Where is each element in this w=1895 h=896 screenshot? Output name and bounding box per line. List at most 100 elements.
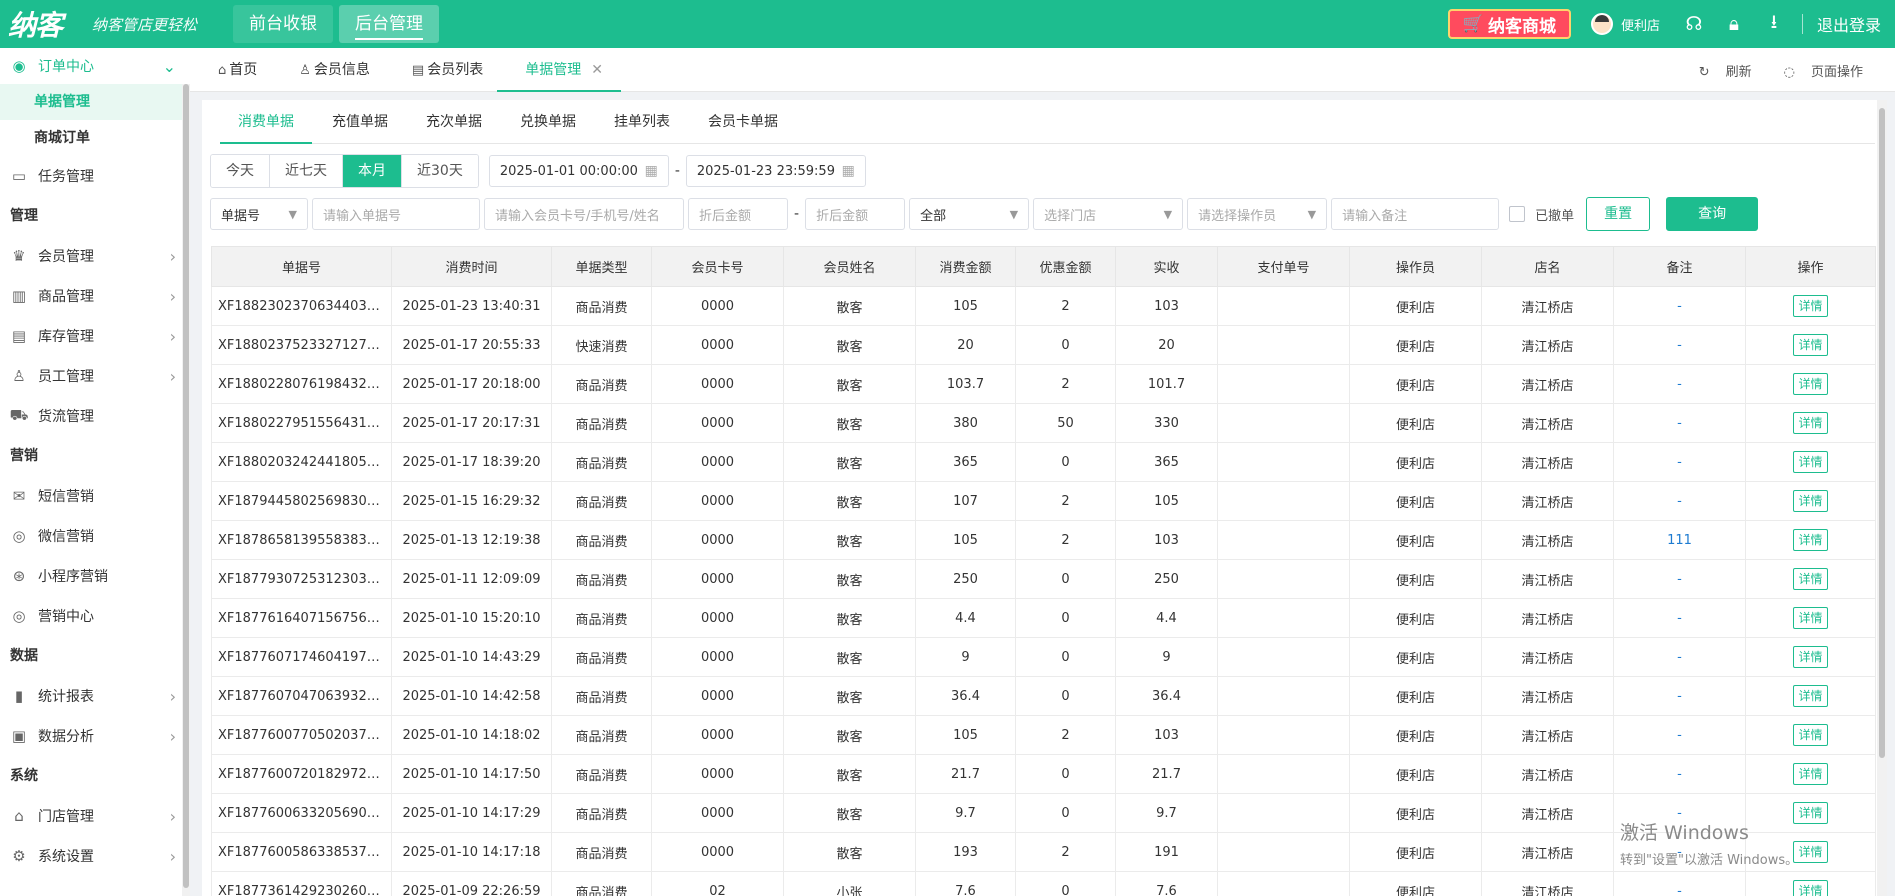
support-icon[interactable]: ☊	[1674, 13, 1714, 35]
chevron-right-icon: ›	[169, 846, 176, 866]
quick-this-month-button[interactable]: 本月	[343, 155, 402, 187]
table-row: XF18786581395583836... 2025-01-13 12:19:3…	[211, 520, 1876, 560]
amount-max-input[interactable]: 折后金额	[805, 198, 906, 230]
quick-7days-button[interactable]: 近七天	[270, 155, 343, 187]
start-date-input[interactable]: 2025-01-01 00:00:00 ▦	[488, 155, 669, 187]
detail-button[interactable]: 详情	[1793, 685, 1828, 707]
cell-pay-no	[1217, 754, 1350, 794]
download-icon[interactable]: ⭳	[1754, 8, 1794, 40]
operator-select[interactable]: 请选择操作员 ▼	[1187, 198, 1328, 230]
detail-button[interactable]: 详情	[1793, 334, 1828, 356]
detail-button[interactable]: 详情	[1793, 802, 1828, 824]
sidebar-item-members[interactable]: ♛ 会员管理 ›	[0, 236, 190, 276]
cell-order-no: XF18773614292302602...	[211, 871, 392, 896]
subtab-count-recharge[interactable]: 充次单据	[408, 108, 500, 142]
tab-receipts[interactable]: 单据管理 ✕	[497, 48, 621, 92]
detail-button[interactable]: 详情	[1793, 412, 1828, 434]
lock-icon[interactable]: 🔒︎	[1714, 13, 1754, 35]
sidebar-item-logistics[interactable]: ⛟ 货流管理	[0, 396, 190, 436]
sidebar-item-products[interactable]: ▥ 商品管理 ›	[0, 276, 190, 316]
cell-actions: 详情	[1745, 715, 1876, 755]
page-ops-button[interactable]: ◌ 页面操作	[1784, 61, 1879, 80]
cell-time: 2025-01-10 14:18:02	[391, 715, 552, 755]
member-search-input[interactable]: 请输入会员卡号/手机号/姓名	[484, 198, 684, 230]
nav-backend-admin[interactable]: 后台管理	[339, 5, 439, 43]
close-icon[interactable]: ✕	[591, 62, 603, 78]
order-no-input[interactable]: 请输入单据号	[312, 198, 480, 230]
subtab-hold-list[interactable]: 挂单列表	[596, 108, 688, 142]
user-menu[interactable]: 便利店	[1590, 13, 1660, 35]
tab-member-list[interactable]: ▤ 会员列表	[384, 48, 497, 92]
cell-time: 2025-01-10 14:17:29	[391, 793, 552, 833]
sidebar-item-marketing-center[interactable]: ◎ 营销中心	[0, 596, 190, 636]
status-select[interactable]: 全部 ▼	[909, 198, 1030, 230]
sidebar-item-analytics[interactable]: ▣ 数据分析 ›	[0, 716, 190, 756]
detail-button[interactable]: 详情	[1793, 841, 1828, 863]
sidebar-item-staff[interactable]: ♙ 员工管理 ›	[0, 356, 190, 396]
cell-actions: 详情	[1745, 286, 1876, 326]
sidebar-item-order-center[interactable]: ◉ 订单中心 ⌄	[0, 48, 190, 84]
reset-button[interactable]: 重置	[1586, 197, 1651, 231]
refresh-button[interactable]: ↻ 刷新	[1699, 61, 1768, 80]
sidebar-item-inventory[interactable]: ▤ 库存管理 ›	[0, 316, 190, 356]
sidebar-item-reports[interactable]: ▮ 统计报表 ›	[0, 676, 190, 716]
cell-member-name: 散客	[783, 325, 916, 365]
detail-button[interactable]: 详情	[1793, 880, 1828, 896]
content-scrollbar[interactable]	[1877, 100, 1887, 896]
quick-30days-button[interactable]: 近30天	[402, 155, 478, 187]
search-type-select[interactable]: 单据号 ▼	[210, 198, 308, 230]
detail-button[interactable]: 详情	[1793, 646, 1828, 668]
page-tabs: ⌂ 首页 ♙ 会员信息 ▤ 会员列表 单据管理 ✕ ↻ 刷新 ◌ 页面操作	[190, 48, 1895, 92]
detail-button[interactable]: 详情	[1793, 295, 1828, 317]
sidebar-item-mini-program[interactable]: ⊛ 小程序营销	[0, 556, 190, 596]
mini-program-icon: ⊛	[12, 567, 26, 585]
detail-button[interactable]: 详情	[1793, 529, 1828, 551]
sidebar-scrollbar[interactable]	[182, 84, 190, 896]
sidebar-item-label: 营销中心	[38, 609, 94, 625]
column-header: 实收	[1115, 246, 1218, 287]
detail-button[interactable]: 详情	[1793, 724, 1828, 746]
nav-front-cashier[interactable]: 前台收银	[233, 5, 333, 43]
sidebar-item-stores[interactable]: ⌂ 门店管理 ›	[0, 796, 190, 836]
sidebar-item-tasks[interactable]: ▭ 任务管理	[0, 156, 190, 196]
cell-order-no: XF18802279515564318...	[211, 403, 392, 443]
subtab-recharge[interactable]: 充值单据	[314, 108, 406, 142]
cell-type: 商品消费	[551, 676, 652, 716]
query-button[interactable]: 查询	[1666, 197, 1759, 231]
amount-min-input[interactable]: 折后金额	[688, 198, 788, 230]
detail-button[interactable]: 详情	[1793, 373, 1828, 395]
cell-operator: 便利店	[1349, 754, 1482, 794]
table-row: XF18776007705020375... 2025-01-10 14:18:0…	[211, 715, 1876, 755]
cell-type: 商品消费	[551, 832, 652, 872]
sidebar-item-settings[interactable]: ⚙ 系统设置 ›	[0, 836, 190, 876]
quick-today-button[interactable]: 今天	[211, 155, 270, 187]
store-select[interactable]: 选择门店 ▼	[1033, 198, 1184, 230]
cell-note: -	[1613, 559, 1746, 599]
subtab-exchange[interactable]: 兑换单据	[502, 108, 594, 142]
detail-button[interactable]: 详情	[1793, 490, 1828, 512]
detail-button[interactable]: 详情	[1793, 451, 1828, 473]
sidebar-subitem-mall-orders[interactable]: 商城订单	[0, 120, 190, 156]
end-date-input[interactable]: 2025-01-23 23:59:59 ▦	[685, 155, 866, 187]
detail-button[interactable]: 详情	[1793, 568, 1828, 590]
revoked-checkbox[interactable]: 已撤单	[1509, 205, 1574, 224]
sidebar-subitem-receipts[interactable]: 单据管理	[0, 84, 190, 120]
logout-button[interactable]: 退出登录	[1817, 12, 1881, 36]
note-input[interactable]: 请输入备注	[1331, 198, 1500, 230]
tab-home[interactable]: ⌂ 首页	[190, 48, 271, 92]
cell-order-no: XF18776070470639329...	[211, 676, 392, 716]
cell-pay-no	[1217, 676, 1350, 716]
cell-order-no: XF18776005863385374...	[211, 832, 392, 872]
sidebar-item-wechat[interactable]: ◎ 微信营销	[0, 516, 190, 556]
sidebar-item-sms[interactable]: ✉ 短信营销	[0, 476, 190, 516]
sidebar-item-label: 小程序营销	[38, 569, 108, 585]
tab-member-info[interactable]: ♙ 会员信息	[271, 48, 384, 92]
subtab-member-card[interactable]: 会员卡单据	[690, 108, 796, 142]
detail-button[interactable]: 详情	[1793, 607, 1828, 629]
cell-note: -	[1613, 754, 1746, 794]
mall-button[interactable]: 🛒 纳客商城	[1447, 9, 1571, 39]
detail-button[interactable]: 详情	[1793, 763, 1828, 785]
cell-amount: 365	[915, 442, 1016, 482]
subtab-consume[interactable]: 消费单据	[220, 108, 312, 144]
status-value: 全部	[920, 208, 947, 224]
